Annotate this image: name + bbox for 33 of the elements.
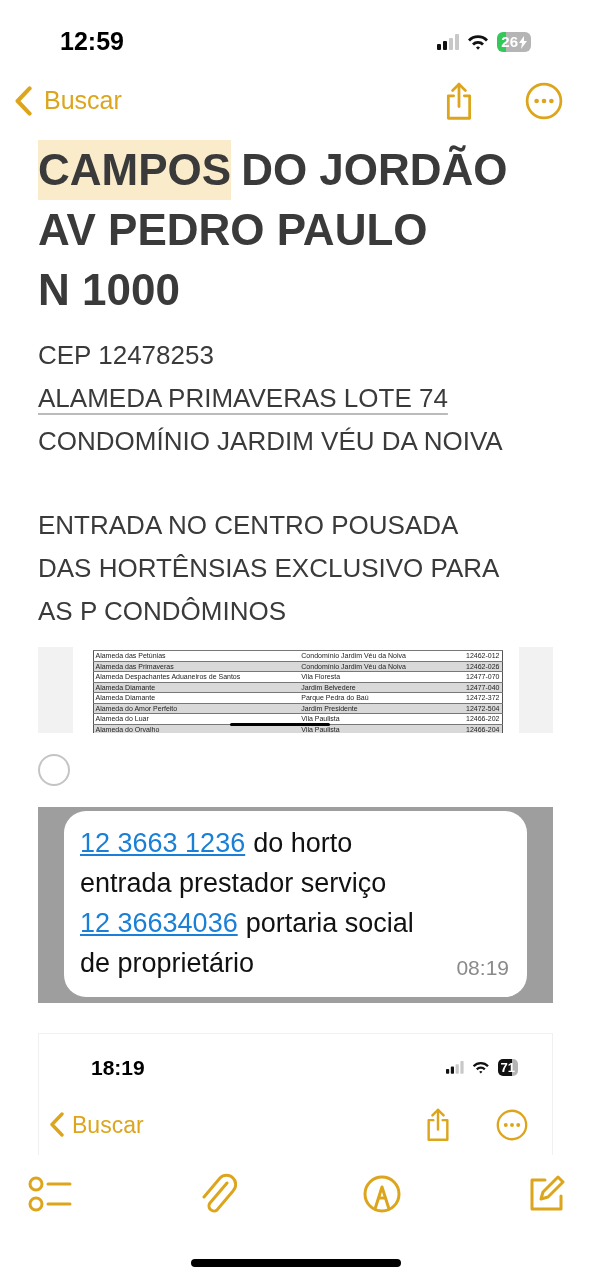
heading-text: N 1000 [38,264,181,316]
message-text: de proprietário [80,947,255,980]
markup-pen-icon[interactable] [362,1174,402,1214]
more-icon[interactable] [525,82,563,121]
back-button[interactable]: Buscar [14,82,122,120]
heading-text: CAMPOS [38,140,232,200]
back-chevron-icon[interactable] [49,1112,64,1138]
charging-bolt-icon [519,35,527,49]
status-time: 12:59 [60,26,124,58]
message-text: portaria social [245,907,414,940]
note-line: ENTRADA NO CENTRO POUSADA [38,509,460,542]
back-button[interactable]: Buscar [49,1107,144,1142]
phone-link[interactable]: 12 3663 1236 [80,823,246,863]
status-time: 18:19 [91,1055,145,1081]
message-text: entrada prestador serviço [80,867,387,900]
heading-text: AV PEDRO PAULO [38,204,429,256]
note-line: ALAMEDA PRIMAVERAS LOTE 74 [38,383,448,413]
note-line: AS P CONDÔMINOS [38,595,287,628]
note-line: DAS HORTÊNSIAS EXCLUSIVO PARA [38,552,501,585]
more-icon[interactable] [496,1108,528,1141]
signal-icon [437,34,460,50]
phone-link[interactable]: 12 36634036 [80,903,238,943]
share-icon[interactable] [424,1107,452,1142]
wifi-icon [467,34,490,50]
heading-text: DO JORDÃO [241,144,508,196]
signal-icon [446,1061,464,1075]
note-line: CONDOMÍNIO JARDIM VÉU DA NOIVA [38,426,503,456]
note-line: CEP 12478253 [38,340,214,370]
checklist-icon[interactable] [28,1174,72,1214]
wifi-icon [471,1061,490,1075]
message-time: 08:19 [456,954,509,981]
message-text: do horto [253,827,353,860]
back-chevron-icon[interactable] [14,86,32,117]
